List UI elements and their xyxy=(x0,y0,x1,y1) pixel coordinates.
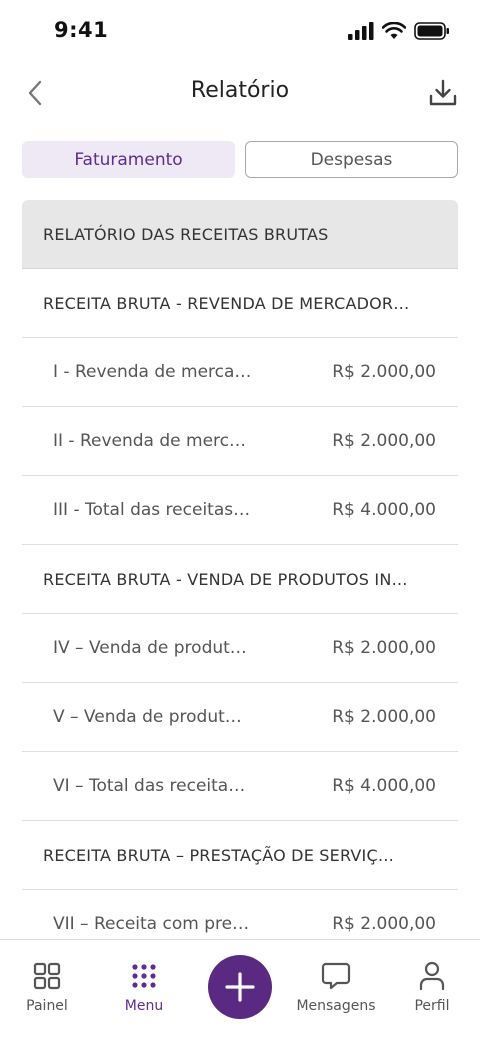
item-value: R$ 2.000,00 xyxy=(332,362,436,382)
bottom-nav: Painel Menu Mensagens Perfil xyxy=(0,939,480,1040)
cellular-signal-icon xyxy=(348,22,374,40)
item-value: R$ 2.000,00 xyxy=(332,914,436,934)
grid-icon xyxy=(33,962,61,990)
report-item-row[interactable]: II - Revenda de merc… R$ 2.000,00 xyxy=(22,407,458,476)
report-item-row[interactable]: IV – Venda de produt… R$ 2.000,00 xyxy=(22,614,458,683)
wifi-icon xyxy=(382,22,406,39)
download-button[interactable] xyxy=(428,76,458,110)
tab-faturamento[interactable]: Faturamento xyxy=(22,141,235,178)
item-label: VI – Total das receita… xyxy=(53,776,246,796)
item-value: R$ 2.000,00 xyxy=(332,431,436,451)
item-value: R$ 2.000,00 xyxy=(332,638,436,658)
plus-icon xyxy=(225,972,255,1002)
app-header: Relatório xyxy=(0,62,480,124)
item-value: R$ 4.000,00 xyxy=(332,500,436,520)
item-label: I - Revenda de merca… xyxy=(53,362,252,382)
status-time: 9:41 xyxy=(54,18,109,42)
report-item-row[interactable]: I - Revenda de merca… R$ 2.000,00 xyxy=(22,338,458,407)
item-label: VII – Receita com pre… xyxy=(53,914,250,934)
add-button[interactable] xyxy=(208,955,272,1019)
report-tabs: Faturamento Despesas xyxy=(22,141,458,179)
nav-label: Perfil xyxy=(414,998,450,1014)
item-label: V – Venda de produt… xyxy=(53,707,242,727)
section-header[interactable]: RECEITA BRUTA - VENDA DE PRODUTOS IN… xyxy=(22,545,458,614)
page-title: Relatório xyxy=(190,78,290,103)
item-label: II - Revenda de merc… xyxy=(53,431,247,451)
section-header[interactable]: RECEITA BRUTA – PRESTAÇÃO DE SERVIÇ… xyxy=(22,821,458,890)
item-label: IV – Venda de produt… xyxy=(53,638,247,658)
nav-label: Menu xyxy=(124,998,164,1014)
nav-label: Mensagens xyxy=(296,998,376,1014)
report-item-row[interactable]: III - Total das receitas… R$ 4.000,00 xyxy=(22,476,458,545)
nav-item-painel[interactable]: Painel xyxy=(2,960,92,1014)
chat-icon xyxy=(321,962,351,990)
nav-item-menu[interactable]: Menu xyxy=(99,960,189,1014)
status-bar: 9:41 xyxy=(0,0,480,62)
item-label: III - Total das receitas… xyxy=(53,500,251,520)
report-item-row[interactable]: VI – Total das receita… R$ 4.000,00 xyxy=(22,752,458,821)
item-value: R$ 4.000,00 xyxy=(332,776,436,796)
tab-despesas[interactable]: Despesas xyxy=(245,141,458,178)
report-item-row[interactable]: V – Venda de produt… R$ 2.000,00 xyxy=(22,683,458,752)
report-header: RELATÓRIO DAS RECEITAS BRUTAS xyxy=(22,200,458,269)
nav-item-perfil[interactable]: Perfil xyxy=(387,960,477,1014)
person-icon xyxy=(419,961,445,991)
download-icon xyxy=(429,79,457,106)
item-value: R$ 2.000,00 xyxy=(332,707,436,727)
battery-icon xyxy=(414,22,449,40)
nav-label: Painel xyxy=(26,998,68,1014)
nav-item-mensagens[interactable]: Mensagens xyxy=(291,960,381,1014)
dots-grid-icon xyxy=(132,964,156,988)
report-list: RELATÓRIO DAS RECEITAS BRUTAS RECEITA BR… xyxy=(22,200,458,959)
section-header[interactable]: RECEITA BRUTA - REVENDA DE MERCADOR… xyxy=(22,269,458,338)
status-icons xyxy=(348,22,450,40)
